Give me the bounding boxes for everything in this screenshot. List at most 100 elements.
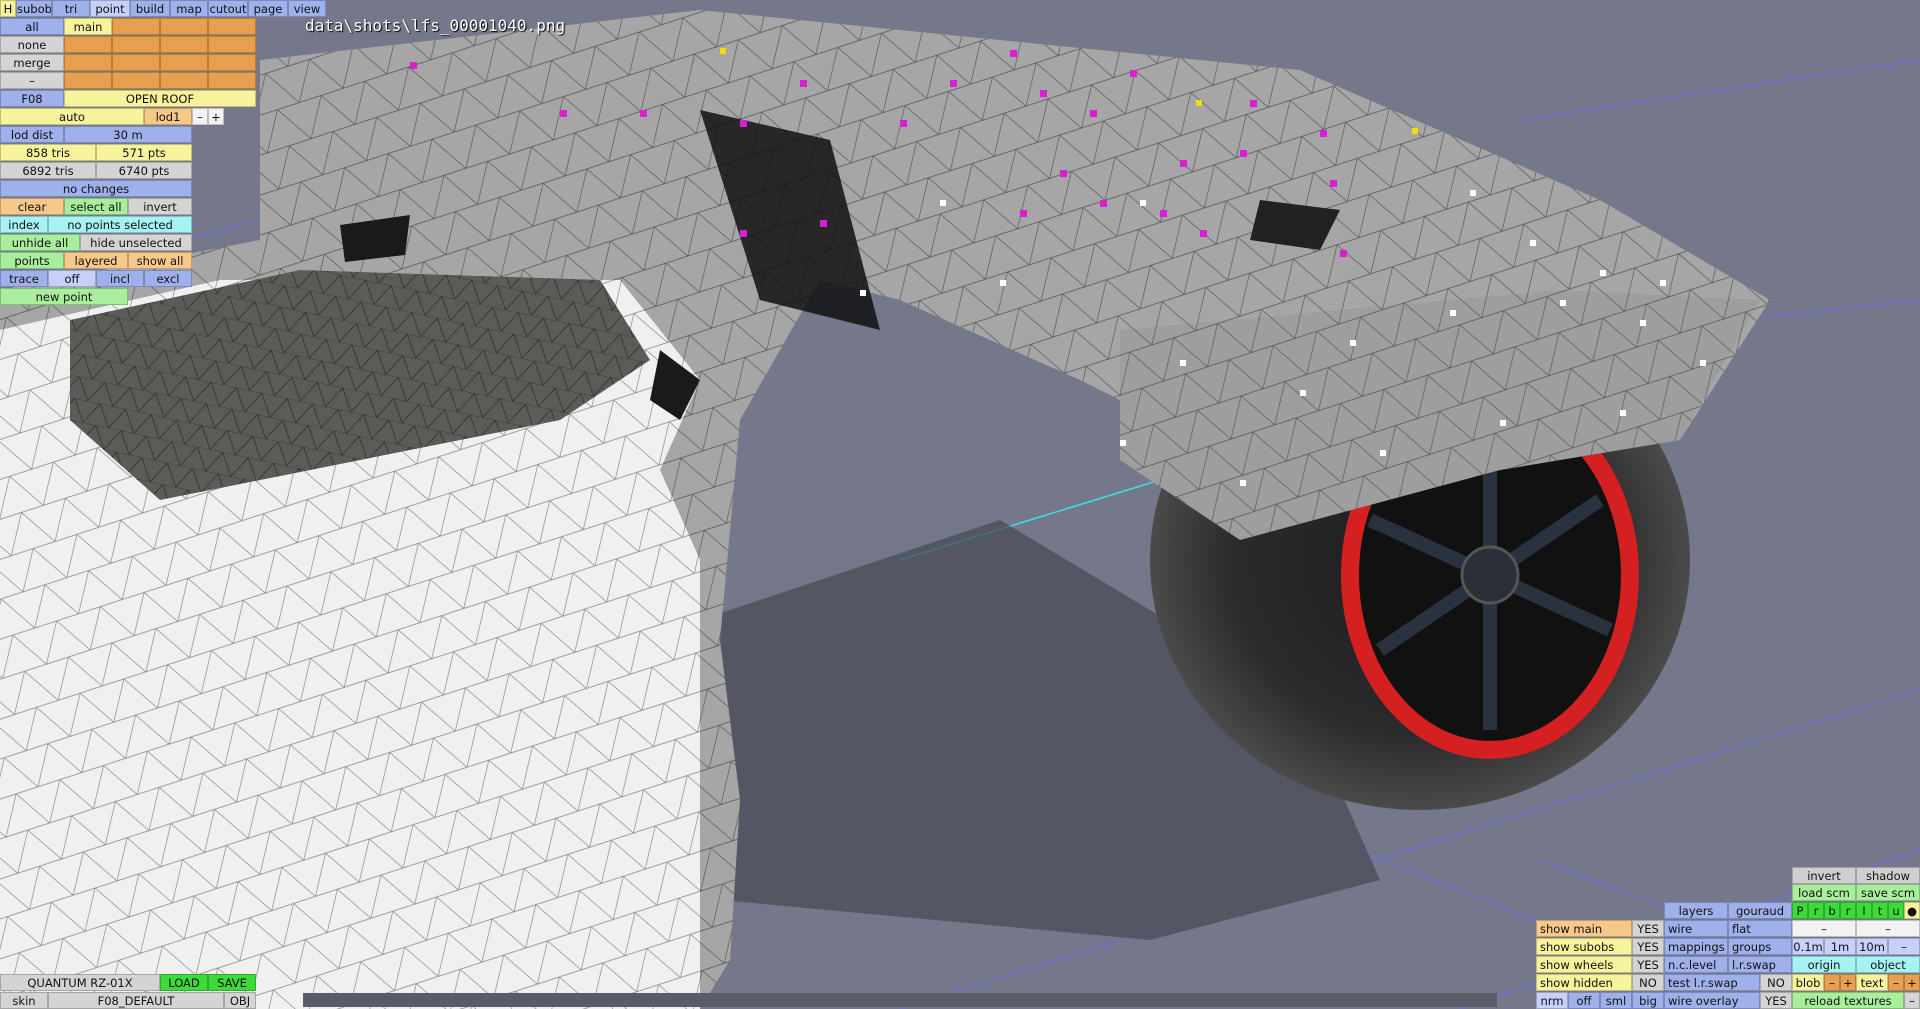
subob-merge-button[interactable]: merge xyxy=(0,54,64,71)
flat-button[interactable]: flat xyxy=(1728,920,1792,937)
tab-subob[interactable]: subob xyxy=(16,0,52,17)
grid-0-1m-button[interactable]: 0.1m xyxy=(1792,938,1824,955)
subob-slot[interactable] xyxy=(112,72,160,89)
obj-button[interactable]: OBJ xyxy=(224,992,256,1009)
select-all-button[interactable]: select all xyxy=(64,198,128,215)
show-hidden-toggle[interactable]: NO xyxy=(1632,974,1664,991)
show-main-toggle[interactable]: YES xyxy=(1632,920,1664,937)
points-mode[interactable]: points xyxy=(0,252,64,269)
blob-decrease-button[interactable]: – xyxy=(1824,974,1840,991)
new-point-button[interactable]: new point xyxy=(0,288,128,305)
trace-excl-button[interactable]: excl xyxy=(144,270,192,287)
nc-level-button[interactable]: n.c.level xyxy=(1664,956,1728,973)
lod-increase-button[interactable]: + xyxy=(208,108,224,125)
tab-page[interactable]: page xyxy=(248,0,288,17)
skin-selector[interactable]: F08_DEFAULT xyxy=(48,992,224,1009)
subob-slot[interactable] xyxy=(208,36,256,53)
wire-button[interactable]: wire xyxy=(1664,920,1728,937)
off-size-button[interactable]: off xyxy=(1568,992,1600,1009)
grid-1m-button[interactable]: 1m xyxy=(1824,938,1856,955)
palette-p[interactable]: P xyxy=(1792,902,1808,919)
save-scm-button[interactable]: save scm xyxy=(1856,884,1920,901)
lod-decrease-button[interactable]: – xyxy=(192,108,208,125)
lod-level[interactable]: lod1 xyxy=(144,108,192,125)
mappings-button[interactable]: mappings xyxy=(1664,938,1728,955)
palette-r2[interactable]: r xyxy=(1840,902,1856,919)
tab-tri[interactable]: tri xyxy=(52,0,90,17)
gouraud-button[interactable]: gouraud xyxy=(1728,902,1792,919)
object-button[interactable]: object xyxy=(1856,956,1920,973)
unhide-all-button[interactable]: unhide all xyxy=(0,234,80,251)
layered-mode-button[interactable]: layered xyxy=(64,252,128,269)
horizontal-scrollbar[interactable] xyxy=(303,993,1497,1007)
palette-t[interactable]: t xyxy=(1872,902,1888,919)
trace-incl-button[interactable]: incl xyxy=(96,270,144,287)
index-button[interactable]: index xyxy=(0,216,48,233)
load-model-button[interactable]: LOAD xyxy=(160,974,208,991)
show-wheels-toggle[interactable]: YES xyxy=(1632,956,1664,973)
dash-button-2[interactable]: – xyxy=(1856,920,1920,937)
palette-b[interactable]: b xyxy=(1824,902,1840,919)
subob-slot[interactable] xyxy=(112,54,160,71)
subob-slot[interactable] xyxy=(208,72,256,89)
subob-slot[interactable] xyxy=(208,54,256,71)
layers-button[interactable]: layers xyxy=(1664,902,1728,919)
groups-button[interactable]: groups xyxy=(1728,938,1792,955)
shadow-button[interactable]: shadow xyxy=(1856,867,1920,884)
tab-build[interactable]: build xyxy=(130,0,170,17)
model-name[interactable]: QUANTUM RZ-01X xyxy=(0,974,160,991)
hide-unselected-button[interactable]: hide unselected xyxy=(80,234,192,251)
save-model-button[interactable]: SAVE xyxy=(208,974,256,991)
grid-10m-button[interactable]: 10m xyxy=(1856,938,1888,955)
subob-f08[interactable]: F08 xyxy=(0,90,64,107)
test-lr-swap-toggle[interactable]: NO xyxy=(1760,974,1792,991)
subob-slot[interactable] xyxy=(64,72,112,89)
text-increase-button[interactable]: + xyxy=(1904,974,1920,991)
subob-all-button[interactable]: all xyxy=(0,18,64,35)
subob-slot[interactable] xyxy=(112,36,160,53)
trace-off-button[interactable]: off xyxy=(48,270,96,287)
tab-point[interactable]: point xyxy=(90,0,130,17)
invert-selection-button[interactable]: invert xyxy=(128,198,192,215)
invert-button[interactable]: invert xyxy=(1792,867,1856,884)
show-all-button[interactable]: show all xyxy=(128,252,192,269)
palette-u[interactable]: u xyxy=(1888,902,1904,919)
subob-slot[interactable] xyxy=(112,18,160,35)
normal-size-button[interactable]: nrm xyxy=(1536,992,1568,1009)
subob-slot[interactable] xyxy=(64,36,112,53)
blob-increase-button[interactable]: + xyxy=(1840,974,1856,991)
grid-minus-button[interactable]: – xyxy=(1888,938,1920,955)
lod-dist-value[interactable]: 30 m xyxy=(64,126,192,143)
text-decrease-button[interactable]: – xyxy=(1888,974,1904,991)
reload-textures-minus-button[interactable]: – xyxy=(1904,992,1920,1009)
subob-slot[interactable] xyxy=(160,36,208,53)
big-size-button[interactable]: big xyxy=(1632,992,1664,1009)
origin-button[interactable]: origin xyxy=(1792,956,1856,973)
3d-viewport[interactable]: CROMO xyxy=(0,0,1920,1009)
clear-selection-button[interactable]: clear xyxy=(0,198,64,215)
tab-map[interactable]: map xyxy=(170,0,208,17)
tab-view[interactable]: view xyxy=(288,0,326,17)
small-size-button[interactable]: sml xyxy=(1600,992,1632,1009)
dash-button-1[interactable]: – xyxy=(1792,920,1856,937)
palette-r[interactable]: r xyxy=(1808,902,1824,919)
reload-textures-button[interactable]: reload textures xyxy=(1792,992,1904,1009)
load-scm-button[interactable]: load scm xyxy=(1792,884,1856,901)
subob-main[interactable]: main xyxy=(64,18,112,35)
show-subobs-toggle[interactable]: YES xyxy=(1632,938,1664,955)
palette-l[interactable]: l xyxy=(1856,902,1872,919)
subob-slot[interactable] xyxy=(208,18,256,35)
subob-minus-button[interactable]: – xyxy=(0,72,64,89)
tab-cutout[interactable]: cutout xyxy=(208,0,248,17)
subob-none-button[interactable]: none xyxy=(0,36,64,53)
lr-swap-button[interactable]: l.r.swap xyxy=(1728,956,1792,973)
subob-slot[interactable] xyxy=(64,54,112,71)
subob-slot[interactable] xyxy=(160,54,208,71)
lod-auto[interactable]: auto xyxy=(0,108,144,125)
subob-open-roof[interactable]: OPEN ROOF xyxy=(64,90,256,107)
palette-dot-icon[interactable]: ● xyxy=(1904,902,1920,919)
subob-slot[interactable] xyxy=(160,18,208,35)
tab-h[interactable]: H xyxy=(0,0,16,17)
wire-overlay-toggle[interactable]: YES xyxy=(1760,992,1792,1009)
subob-slot[interactable] xyxy=(160,72,208,89)
